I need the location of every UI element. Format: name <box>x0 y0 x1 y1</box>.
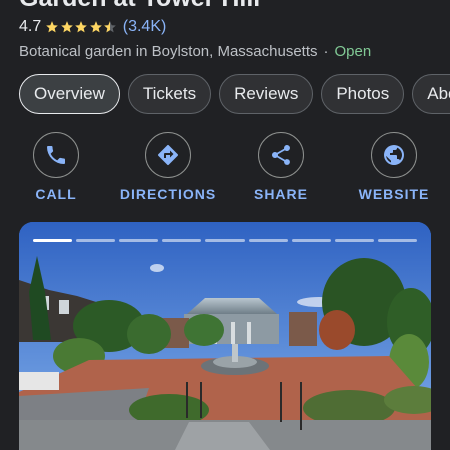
slide-indicator-segment <box>76 239 116 242</box>
slide-indicator-segment <box>334 239 374 242</box>
share-label: SHARE <box>253 186 308 202</box>
place-photo[interactable] <box>19 222 431 450</box>
call-label: CALL <box>35 186 77 202</box>
share-icon <box>271 145 290 165</box>
star-icon <box>89 21 102 33</box>
website-label: WEBSITE <box>358 186 430 202</box>
rating-value: 4.7 <box>19 18 42 35</box>
place-title: Garden at Tower Hill <box>19 0 260 13</box>
tab-photos[interactable]: Photos <box>321 74 405 114</box>
directions-button[interactable]: DIRECTIONS <box>113 132 223 202</box>
open-status[interactable]: Open <box>335 43 372 60</box>
photo-slide-indicator <box>33 239 417 242</box>
slide-indicator-segment <box>119 239 159 242</box>
directions-label: DIRECTIONS <box>119 186 217 202</box>
slide-indicator-segment <box>377 239 417 242</box>
website-circle[interactable] <box>371 132 417 178</box>
action-buttons: CALL DIRECTIONS SHARE WEBSITE <box>0 132 450 212</box>
slide-indicator-segment <box>291 239 331 242</box>
slide-indicator-segment <box>205 239 245 242</box>
conservatory-garden-photo <box>19 222 431 450</box>
website-button[interactable]: WEBSITE <box>339 132 449 202</box>
slide-indicator-segment <box>248 239 288 242</box>
half-star-icon <box>104 21 117 33</box>
star-icon <box>60 21 73 33</box>
tab-about[interactable]: About <box>412 74 450 114</box>
share-button[interactable]: SHARE <box>226 132 336 202</box>
place-subtitle: Botanical garden in Boylston, Massachuse… <box>19 40 371 62</box>
directions-circle[interactable] <box>145 132 191 178</box>
globe-icon <box>384 145 404 165</box>
directions-icon <box>157 144 179 166</box>
review-count-link[interactable]: (3.4K) <box>123 18 167 36</box>
star-icon <box>75 21 88 33</box>
place-details-page: Garden at Tower Hill 4.7 (3.4K) Botanica… <box>0 0 450 450</box>
rating-row[interactable]: 4.7 (3.4K) <box>19 16 166 38</box>
tab-bar: Overview Tickets Reviews Photos About <box>19 74 450 117</box>
separator-dot: · <box>323 42 329 60</box>
tab-overview[interactable]: Overview <box>19 74 120 114</box>
tab-reviews[interactable]: Reviews <box>219 74 314 114</box>
tab-tickets[interactable]: Tickets <box>127 74 212 114</box>
place-category: Botanical garden in Boylston, Massachuse… <box>19 42 318 60</box>
call-button[interactable]: CALL <box>1 132 111 202</box>
star-rating <box>45 20 118 34</box>
slide-indicator-segment <box>33 239 73 242</box>
call-circle[interactable] <box>33 132 79 178</box>
slide-indicator-segment <box>162 239 202 242</box>
phone-icon <box>47 146 65 164</box>
star-icon <box>46 21 59 33</box>
share-circle[interactable] <box>258 132 304 178</box>
